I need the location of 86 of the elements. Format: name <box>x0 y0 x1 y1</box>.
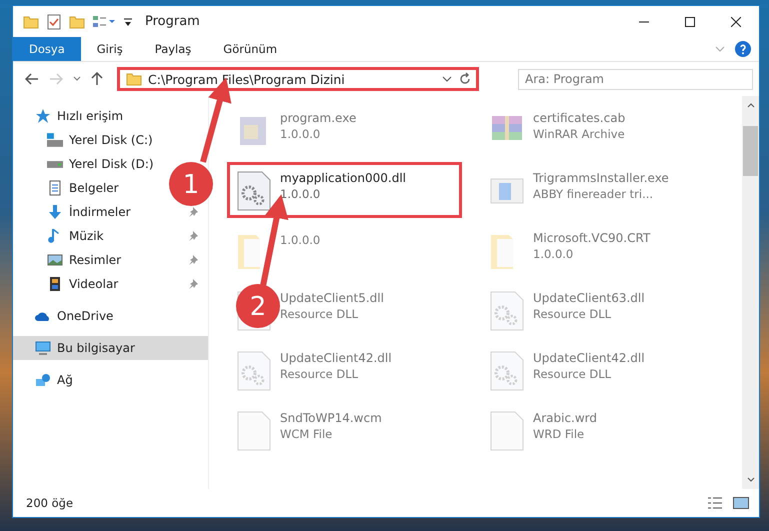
scrollbar-thumb[interactable] <box>743 126 758 176</box>
sidebar-item[interactable]: Belgeler <box>13 176 129 200</box>
ribbon-tab[interactable]: Paylaş <box>138 37 208 61</box>
ribbon-tab[interactable]: Dosya <box>13 37 81 61</box>
file-detail: 1.0.0.0 <box>280 233 320 247</box>
maximize-icon <box>685 16 695 26</box>
customize-toolbar-icon[interactable] <box>123 16 133 26</box>
back-button[interactable] <box>23 71 41 87</box>
ribbon-tab[interactable]: Görünüm <box>207 37 294 61</box>
file-name[interactable]: UpdateClient5.dll <box>280 291 384 305</box>
file-detail: Resource DLL <box>533 367 612 381</box>
highlighted-file-item[interactable]: myapplication000.dll 1.0.0.0 <box>227 162 462 218</box>
gear-file-icon <box>236 351 272 391</box>
file-detail: Resource DLL <box>533 307 612 321</box>
callout-badge <box>169 162 213 206</box>
sidebar-item[interactable]: Yerel Disk (D:) <box>13 152 164 176</box>
search-field[interactable]: Ara: Program <box>518 68 753 90</box>
sidebar-item[interactable]: Müzik <box>13 224 208 248</box>
large-icons-view-icon[interactable] <box>733 496 749 510</box>
scrollbar[interactable] <box>742 96 759 489</box>
ribbon-tab[interactable]: Giriş <box>80 37 139 61</box>
file-detail: WCM File <box>280 427 334 441</box>
file-detail: ABBY finereader tri... <box>533 187 654 201</box>
file-name[interactable]: TrigrammsInstaller.exe <box>533 171 669 185</box>
gear-file-icon <box>236 171 272 211</box>
blank-file-icon <box>236 411 272 451</box>
pin-icon <box>188 255 198 265</box>
address-bar[interactable]: C:\Program Files\Program Dizini <box>117 67 479 91</box>
pin-icon <box>188 279 198 289</box>
sidebar-item[interactable]: Videolar <box>13 272 208 296</box>
file-name[interactable]: myapplication000.dll <box>280 171 406 185</box>
callout-number: 2 <box>250 292 266 322</box>
sidebar-item[interactable]: Ağ <box>13 368 83 392</box>
file-name[interactable]: UpdateClient42.dll <box>533 351 645 365</box>
file-name[interactable]: SndToWP14.wcm <box>280 411 382 425</box>
callout-number: 1 <box>182 170 200 200</box>
view-icon[interactable] <box>93 14 115 28</box>
computer-icon <box>35 340 51 356</box>
file-name[interactable]: Arabic.wrd <box>533 411 598 425</box>
document-icon <box>47 180 63 196</box>
star-icon <box>35 108 51 124</box>
pin-icon <box>188 231 198 241</box>
dropdown-caret-icon[interactable] <box>442 76 452 82</box>
gear-file-icon <box>489 291 525 331</box>
file-name[interactable]: program.exe <box>280 111 356 125</box>
file-name[interactable]: Microsoft.VC90.CRT <box>533 231 650 245</box>
file-name[interactable]: UpdateClient63.dll <box>533 291 645 305</box>
blank-file-icon <box>489 411 525 451</box>
folder-icon <box>126 71 142 87</box>
file-detail: Resource DLL <box>280 307 360 321</box>
sidebar-item[interactable]: Bu bilgisayar <box>13 336 208 360</box>
download-arrow-icon <box>47 204 63 220</box>
scroll-down-icon[interactable] <box>746 477 754 483</box>
gear-file-icon <box>489 351 525 391</box>
file-detail: 1.0.0.0 <box>280 127 322 141</box>
callout-badge <box>236 284 280 328</box>
file-detail: Resource DLL <box>280 367 360 381</box>
item-count: 200 öğe <box>26 496 74 510</box>
caret-icon <box>73 76 81 82</box>
sidebar-item[interactable]: OneDrive <box>13 304 124 328</box>
properties-icon[interactable] <box>47 14 61 30</box>
sidebar-item[interactable]: Resimler <box>13 248 208 272</box>
new-folder-icon <box>69 14 85 30</box>
film-icon <box>47 276 63 292</box>
file-detail: WinRAR Archive <box>533 127 626 141</box>
file-name[interactable]: UpdateClient42.dll <box>280 351 392 365</box>
sidebar-item[interactable]: İndirmeler <box>13 200 208 224</box>
folder-icon <box>23 14 39 30</box>
file-detail: WRD File <box>533 427 586 441</box>
up-button[interactable] <box>89 70 105 88</box>
sidebar-item[interactable]: Hızlı erişim <box>13 104 134 128</box>
drive-icon <box>47 160 63 168</box>
picture-icon <box>47 252 63 268</box>
scroll-up-icon[interactable] <box>746 102 754 108</box>
file-name[interactable]: certificates.cab <box>533 111 626 125</box>
file-detail: 1.0.0.0 <box>533 247 574 261</box>
details-view-icon[interactable] <box>707 496 723 510</box>
file-detail: 1.0.0.0 <box>280 187 322 201</box>
window-title: Program <box>145 14 200 29</box>
sidebar-item[interactable]: Yerel Disk (C:) <box>13 128 163 152</box>
network-icon <box>35 372 51 388</box>
help-icon[interactable] <box>735 41 751 57</box>
close-icon <box>731 16 741 26</box>
pin-icon <box>188 207 198 217</box>
drive-icon <box>47 133 63 147</box>
refresh-icon[interactable] <box>458 72 472 86</box>
